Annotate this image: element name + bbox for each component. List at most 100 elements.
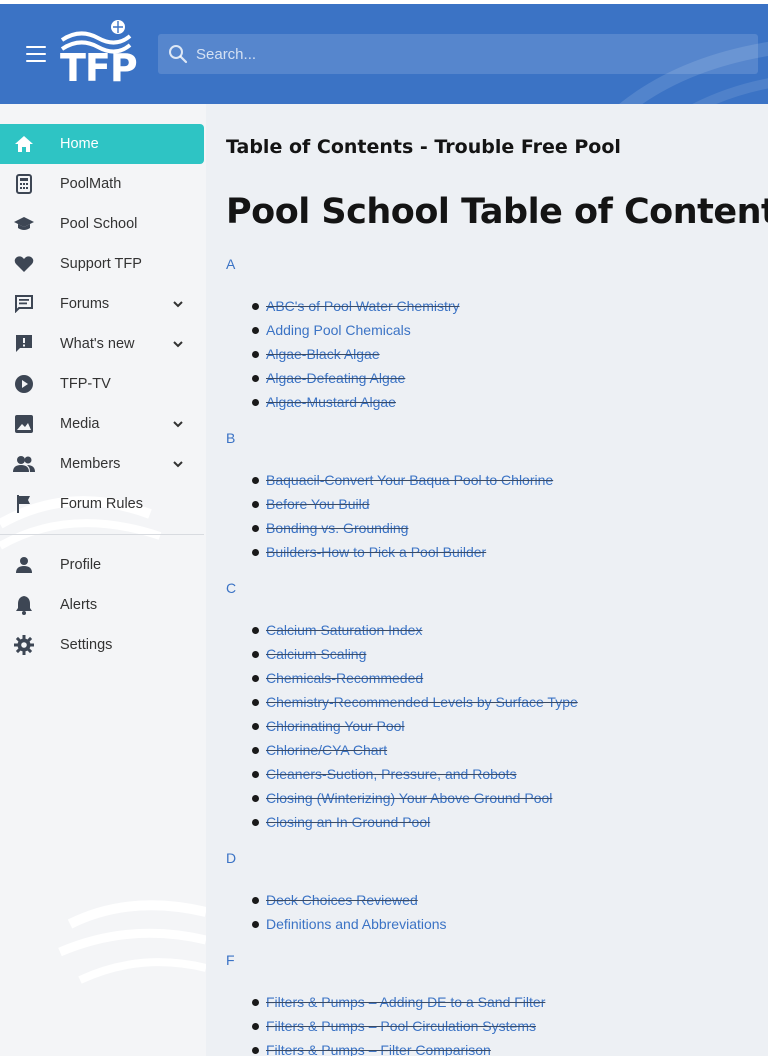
toc-link[interactable]: Before You Build (266, 496, 370, 512)
toc-link[interactable]: Calcium Saturation Index (266, 622, 422, 638)
sidebar-item-label: Profile (60, 557, 102, 573)
sidebar: Home PoolMath Pool School Support TFP Fo… (0, 104, 206, 1056)
main-content: Table of Contents - Trouble Free Pool Po… (206, 104, 768, 1056)
sidebar-item-whats-new[interactable]: What's new (0, 324, 204, 364)
sidebar-item-label: Media (60, 416, 100, 432)
section-letter: A (226, 256, 236, 272)
flag-icon (13, 494, 35, 514)
toc-list: ABC's of Pool Water Chemistry Adding Poo… (226, 294, 766, 414)
home-icon (13, 134, 35, 154)
search-bar[interactable] (158, 34, 758, 74)
chevron-down-icon[interactable] (172, 338, 184, 350)
toc-list: Calcium Saturation Index Calcium Scaling… (226, 618, 766, 834)
sidebar-item-pool-school[interactable]: Pool School (0, 204, 204, 244)
toc-section-b: B Baquacil-Convert Your Baqua Pool to Ch… (226, 430, 766, 564)
toc-link[interactable]: Algae-Defeating Algae (266, 370, 405, 386)
sidebar-item-support-tfp[interactable]: Support TFP (0, 244, 204, 284)
list-item: Filters & Pumps – Adding DE to a Sand Fi… (226, 990, 766, 1014)
top-header: TFP (0, 0, 768, 104)
toc-link[interactable]: Chlorinating Your Pool (266, 718, 405, 734)
wave-decoration-icon (58, 900, 206, 984)
toc-link[interactable]: Cleaners-Suction, Pressure, and Robots (266, 766, 517, 782)
sidebar-item-label: Pool School (60, 216, 138, 232)
toc-link[interactable]: Algae-Mustard Algae (266, 394, 396, 410)
chevron-down-icon[interactable] (172, 458, 184, 470)
calculator-icon (13, 174, 35, 194)
list-item: Closing an In Ground Pool (226, 810, 766, 834)
chevron-down-icon[interactable] (172, 298, 184, 310)
toc-link[interactable]: Chlorine/CYA Chart (266, 742, 387, 758)
list-item: Adding Pool Chemicals (226, 318, 766, 342)
list-item: Algae-Defeating Algae (226, 366, 766, 390)
page-subtitle: Table of Contents - Trouble Free Pool (226, 136, 621, 158)
sidebar-item-label: Home (60, 136, 99, 152)
section-letter: C (226, 580, 237, 596)
toc-list: Deck Choices Reviewed Definitions and Ab… (226, 888, 766, 936)
list-item: Before You Build (226, 492, 766, 516)
section-letter: F (226, 952, 235, 968)
sidebar-item-alerts[interactable]: Alerts (0, 585, 204, 625)
tfp-logo-text[interactable]: TFP (60, 46, 138, 90)
list-item: Closing (Winterizing) Your Above Ground … (226, 786, 766, 810)
toc-link[interactable]: Filters & Pumps – Filter Comparison (266, 1042, 491, 1056)
list-item: Algae-Mustard Algae (226, 390, 766, 414)
graduation-cap-icon (13, 214, 35, 234)
toc-link[interactable]: Deck Choices Reviewed (266, 892, 418, 908)
sidebar-item-tfp-tv[interactable]: TFP-TV (0, 364, 204, 404)
sidebar-divider (0, 534, 204, 535)
image-icon (13, 414, 35, 434)
sidebar-item-forum-rules[interactable]: Forum Rules (0, 484, 204, 524)
toc-section-d: D Deck Choices Reviewed Definitions and … (226, 850, 766, 936)
list-item: Chlorinating Your Pool (226, 714, 766, 738)
members-icon (13, 454, 35, 474)
toc-section-c: C Calcium Saturation Index Calcium Scali… (226, 580, 766, 834)
list-item: Baquacil-Convert Your Baqua Pool to Chlo… (226, 468, 766, 492)
toc-link[interactable]: Baquacil-Convert Your Baqua Pool to Chlo… (266, 472, 553, 488)
play-icon (13, 374, 35, 394)
person-icon (13, 555, 35, 575)
sidebar-item-settings[interactable]: Settings (0, 625, 204, 665)
toc-link[interactable]: Adding Pool Chemicals (266, 322, 411, 338)
toc-link[interactable]: Calcium Scaling (266, 646, 366, 662)
sidebar-item-home[interactable]: Home (0, 124, 204, 164)
sidebar-item-label: Forum Rules (60, 496, 143, 512)
sidebar-item-label: Settings (60, 637, 113, 653)
sidebar-item-label: Forums (60, 296, 110, 312)
sidebar-item-members[interactable]: Members (0, 444, 204, 484)
list-item: Definitions and Abbreviations (226, 912, 766, 936)
list-item: Chemistry-Recommended Levels by Surface … (226, 690, 766, 714)
toc-section-a: A ABC's of Pool Water Chemistry Adding P… (226, 256, 766, 414)
bell-icon (13, 595, 35, 615)
page-title: Pool School Table of Contents (226, 192, 768, 232)
toc-link[interactable]: Filters & Pumps – Adding DE to a Sand Fi… (266, 994, 545, 1010)
search-input[interactable] (196, 45, 736, 63)
toc-link[interactable]: Closing (Winterizing) Your Above Ground … (266, 790, 552, 806)
list-item: Chlorine/CYA Chart (226, 738, 766, 762)
list-item: Chemicals-Recommeded (226, 666, 766, 690)
chevron-down-icon[interactable] (172, 418, 184, 430)
list-item: Bonding vs. Grounding (226, 516, 766, 540)
toc-link[interactable]: Bonding vs. Grounding (266, 520, 408, 536)
list-item: Algae-Black Algae (226, 342, 766, 366)
list-item: Calcium Scaling (226, 642, 766, 666)
sidebar-item-forums[interactable]: Forums (0, 284, 204, 324)
toc-link[interactable]: Definitions and Abbreviations (266, 916, 447, 932)
alert-message-icon (13, 334, 35, 354)
toc-link[interactable]: Builders-How to Pick a Pool Builder (266, 544, 486, 560)
sidebar-item-label: PoolMath (60, 176, 122, 192)
toc-list: Filters & Pumps – Adding DE to a Sand Fi… (226, 990, 766, 1056)
toc-link[interactable]: Chemicals-Recommeded (266, 670, 423, 686)
toc-link[interactable]: Filters & Pumps – Pool Circulation Syste… (266, 1018, 536, 1034)
list-item: Cleaners-Suction, Pressure, and Robots (226, 762, 766, 786)
sidebar-item-media[interactable]: Media (0, 404, 204, 444)
toc-link[interactable]: Closing an In Ground Pool (266, 814, 430, 830)
toc-link[interactable]: Algae-Black Algae (266, 346, 380, 362)
sidebar-item-profile[interactable]: Profile (0, 545, 204, 585)
heart-icon (13, 254, 35, 274)
sidebar-item-poolmath[interactable]: PoolMath (0, 164, 204, 204)
menu-toggle-button[interactable] (22, 42, 50, 66)
sidebar-item-label: TFP-TV (60, 376, 111, 392)
toc-link[interactable]: ABC's of Pool Water Chemistry (266, 298, 460, 314)
toc-link[interactable]: Chemistry-Recommended Levels by Surface … (266, 694, 578, 710)
list-item: Filters & Pumps – Pool Circulation Syste… (226, 1014, 766, 1038)
